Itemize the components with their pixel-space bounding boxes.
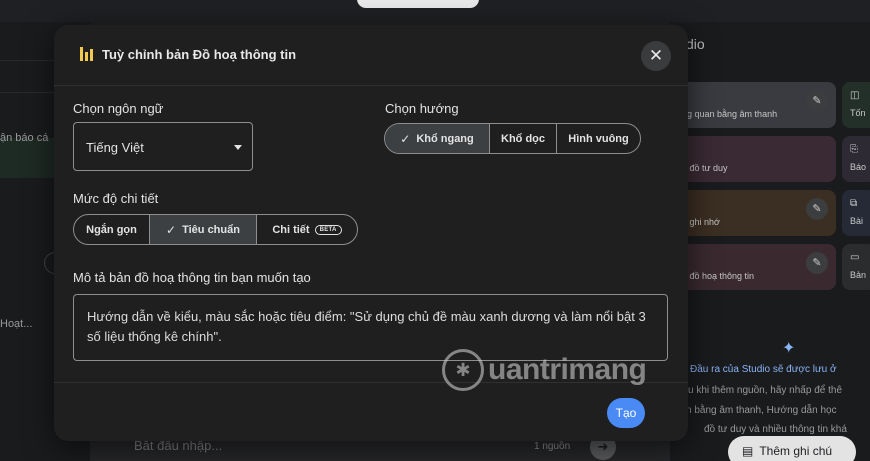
watermark-text: uantrimang bbox=[488, 353, 647, 386]
studio-mini-label: Bài bbox=[850, 216, 864, 226]
studio-card-label: n đồ hoạ thông tin bbox=[682, 271, 755, 281]
watermark: ✱ uantrimang bbox=[442, 345, 647, 395]
studio-mini-label: Báo bbox=[850, 162, 867, 172]
add-note-button[interactable]: ▤ Thêm ghi chú bbox=[728, 436, 856, 461]
option-label: Khổ dọc bbox=[501, 132, 545, 145]
option-label: Hình vuông bbox=[568, 132, 629, 145]
detail-toggle: Ngắn gọn ✓ Tiêu chuẩn Chi tiết BETA bbox=[73, 214, 358, 245]
studio-info-text: đồ tư duy và nhiều thông tin khá bbox=[704, 424, 847, 435]
language-select[interactable]: Tiếng Việt bbox=[73, 122, 253, 171]
studio-mini-card[interactable]: ▭ Bản bbox=[842, 244, 870, 290]
studio-info-title: Đầu ra của Studio sẽ được lưu ở bbox=[690, 364, 837, 375]
studio-card-label: ng quan bằng âm thanh bbox=[682, 109, 778, 119]
studio-card-flashcards[interactable]: ề ghi nhớ ✎ bbox=[676, 190, 836, 236]
add-note-label: Thêm ghi chú bbox=[759, 444, 833, 458]
language-label: Chọn ngôn ngữ bbox=[73, 101, 164, 116]
option-label: Ngắn gọn bbox=[86, 223, 137, 236]
studio-mini-icon: ⎘ bbox=[850, 144, 858, 155]
edit-icon[interactable]: ✎ bbox=[806, 90, 828, 112]
orientation-toggle: ✓ Khổ ngang Khổ dọc Hình vuông bbox=[384, 123, 641, 154]
studio-mini-icon: ▭ bbox=[850, 252, 860, 263]
magic-wand-icon: ✦ bbox=[782, 340, 796, 357]
studio-title: dio bbox=[686, 36, 705, 52]
detail-label: Mức độ chi tiết bbox=[73, 191, 159, 206]
studio-card-infographic[interactable]: n đồ hoạ thông tin ✎ bbox=[676, 244, 836, 290]
orientation-label: Chọn hướng bbox=[385, 101, 459, 116]
detail-option-standard[interactable]: ✓ Tiêu chuẩn bbox=[149, 215, 256, 244]
edit-icon[interactable]: ✎ bbox=[806, 198, 828, 220]
option-label: Tiêu chuẩn bbox=[182, 223, 240, 236]
lightbulb-icon: ✱ bbox=[442, 349, 484, 391]
edit-icon[interactable]: ✎ bbox=[806, 252, 828, 274]
studio-mini-card[interactable]: ◫ Tốn bbox=[842, 82, 870, 128]
orientation-option-square[interactable]: Hình vuông bbox=[556, 124, 640, 153]
dialog-header: Tuỳ chỉnh bản Đồ hoạ thông tin ✕ bbox=[54, 25, 688, 86]
option-label: Chi tiết bbox=[272, 223, 310, 236]
chevron-down-icon bbox=[234, 145, 242, 150]
dialog-title: Tuỳ chỉnh bản Đồ hoạ thông tin bbox=[102, 47, 297, 62]
description-label: Mô tả bản đồ hoạ thông tin bạn muốn tạo bbox=[73, 270, 311, 285]
studio-mini-icon: ⧉ bbox=[850, 198, 858, 209]
orientation-option-portrait[interactable]: Khổ dọc bbox=[489, 124, 556, 153]
app-stage: ận báo cá Hoạt... dio ng quan bằng âm th… bbox=[0, 0, 870, 461]
studio-mini-label: Tốn bbox=[850, 108, 866, 118]
top-bar bbox=[0, 0, 870, 22]
check-icon: ✓ bbox=[166, 222, 177, 237]
note-icon: ▤ bbox=[742, 444, 754, 458]
studio-mini-card[interactable]: ⧉ Bài bbox=[842, 190, 870, 236]
infographic-icon bbox=[80, 47, 94, 61]
source-item-label: ận báo cá bbox=[0, 132, 49, 144]
studio-mini-label: Bản bbox=[850, 270, 867, 280]
check-icon: ✓ bbox=[400, 131, 411, 146]
studio-info-text: n bằng âm thanh, Hướng dẫn học bbox=[686, 405, 837, 416]
orientation-option-landscape[interactable]: ✓ Khổ ngang bbox=[385, 124, 489, 153]
studio-info-text: u khi thêm nguồn, hãy nhấp để thê bbox=[688, 385, 843, 396]
studio-card-label: n đồ tư duy bbox=[682, 163, 728, 173]
option-label: Khổ ngang bbox=[416, 132, 474, 145]
beta-badge: BETA bbox=[314, 224, 342, 235]
source-item-label: Hoạt... bbox=[0, 318, 33, 330]
create-button[interactable]: Tạo bbox=[607, 398, 645, 428]
close-icon[interactable]: ✕ bbox=[641, 41, 671, 71]
top-pill bbox=[357, 0, 479, 8]
studio-mini-card[interactable]: ⎘ Báo bbox=[842, 136, 870, 182]
detail-option-detailed[interactable]: Chi tiết BETA bbox=[256, 215, 357, 244]
language-value: Tiếng Việt bbox=[86, 140, 144, 155]
studio-card-audio-overview[interactable]: ng quan bằng âm thanh ✎ bbox=[676, 82, 836, 128]
source-count: 1 nguồn bbox=[534, 441, 571, 452]
detail-option-concise[interactable]: Ngắn gọn bbox=[74, 215, 149, 244]
studio-mini-icon: ◫ bbox=[850, 90, 860, 101]
studio-card-mind-map[interactable]: n đồ tư duy bbox=[676, 136, 836, 182]
